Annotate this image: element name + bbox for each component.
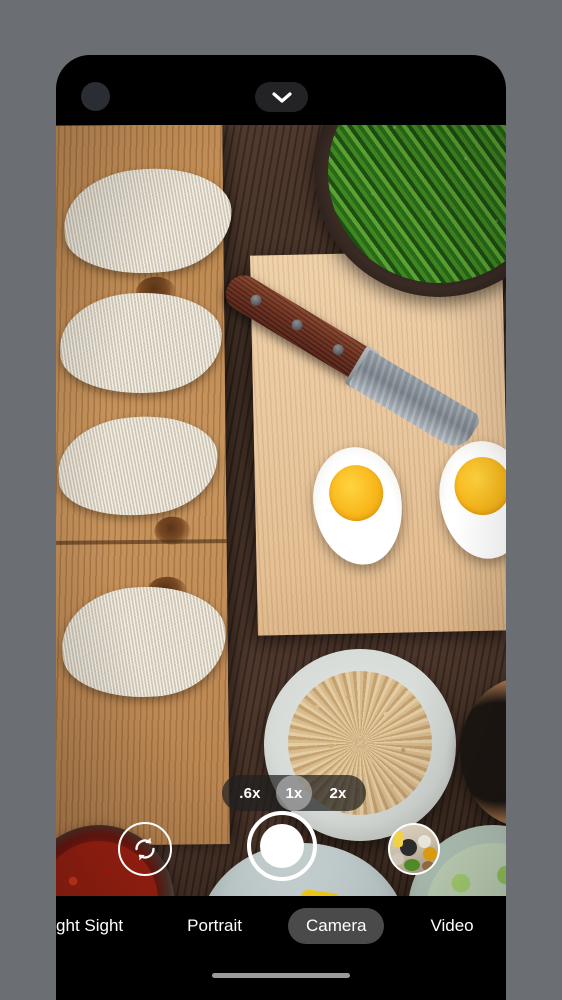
zoom-option-2x[interactable]: 2x [312,775,364,811]
zoom-option-1x[interactable]: 1x [276,775,312,811]
scene-greens-bowl [314,125,506,297]
mode-item-night-sight[interactable]: Night Sight [56,908,141,944]
screenshot-root: .6x 1x 2x ght Sight Portrait Camera Vide… [0,0,562,1000]
mode-item-portrait[interactable]: Portrait [169,908,260,944]
zoom-selector[interactable]: .6x 1x 2x [222,775,366,811]
gallery-thumbnail-image [390,825,438,873]
home-indicator[interactable] [212,973,350,978]
camera-flip-icon[interactable] [118,822,172,876]
scene-sauteed-greens [328,125,506,283]
mode-carousel-track: Night Sight Portrait Camera Video Modes [56,908,506,944]
gallery-thumbnail[interactable] [388,823,440,875]
shutter-icon[interactable] [247,811,317,881]
zoom-option-0.6x[interactable]: .6x [224,775,276,811]
chevron-down-icon[interactable] [255,82,308,112]
viewfinder[interactable]: .6x 1x 2x [56,125,506,896]
mode-carousel[interactable]: Night Sight Portrait Camera Video Modes [56,896,506,956]
mode-item-camera[interactable]: Camera [287,908,385,944]
top-bar [56,55,506,125]
front-camera-icon [81,82,110,111]
mode-item-video[interactable]: Video [412,908,491,944]
camera-controls [56,810,506,896]
phone-frame: .6x 1x 2x ght Sight Portrait Camera Vide… [56,55,506,1000]
shutter-inner [260,824,304,868]
